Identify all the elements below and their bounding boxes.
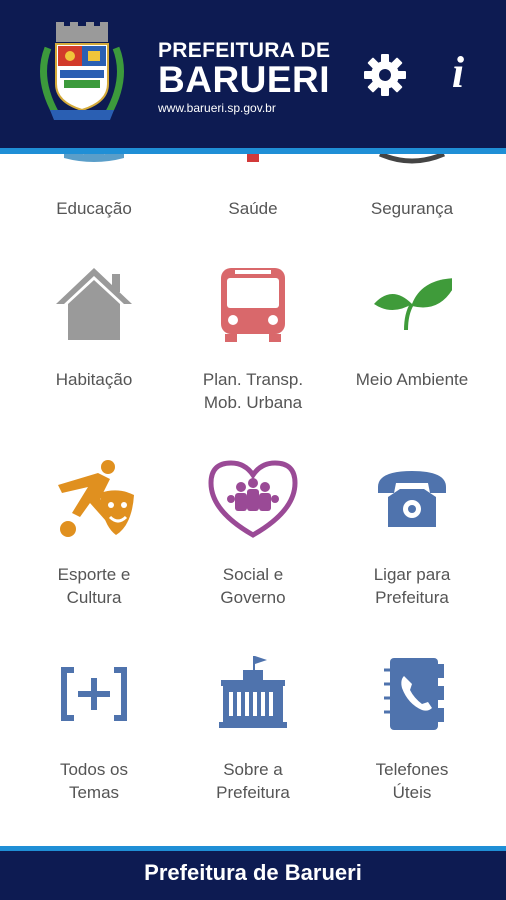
tile-habitacao[interactable]: Habitação (10, 264, 178, 414)
tile-telefones-uteis[interactable]: Telefones Úteis (328, 654, 496, 804)
tile-saude[interactable]: Saúde (169, 154, 337, 224)
tile-plan-transp[interactable]: Plan. Transp. Mob. Urbana (169, 264, 337, 414)
tile-label: Sobre a Prefeitura (216, 760, 290, 802)
brand-url: www.barueri.sp.gov.br (158, 101, 276, 115)
people-heart-icon (208, 460, 298, 538)
tile-seguranca[interactable]: Segurança (328, 154, 496, 224)
tile-label: Telefones Úteis (375, 760, 449, 802)
tile-label: Todos os Temas (59, 760, 129, 802)
tile-meio-ambiente[interactable]: Meio Ambiente (328, 264, 496, 414)
tile-sobre-prefeitura[interactable]: Sobre a Prefeitura (169, 654, 337, 804)
tile-label: Segurança (370, 199, 454, 218)
sport-culture-icon (58, 460, 134, 537)
tile-label: Esporte e Cultura (57, 565, 131, 607)
info-button[interactable]: i (440, 48, 476, 98)
city-hall-icon (219, 656, 287, 728)
tile-esporte-cultura[interactable]: Esporte e Cultura (10, 459, 178, 609)
leaf-icon (374, 278, 452, 331)
education-icon (64, 154, 124, 162)
tile-label: Plan. Transp. Mob. Urbana (202, 370, 304, 412)
category-grid: Educação Saúde Segurança Habitação Plan.… (0, 154, 506, 846)
footer-accent-stripe (0, 846, 506, 851)
expand-all-icon (61, 667, 127, 721)
tile-label: Meio Ambiente (355, 370, 469, 389)
gear-icon[interactable] (362, 52, 408, 98)
brand-block: PREFEITURA DE BARUERI www.barueri.sp.gov… (158, 40, 330, 116)
tile-ligar-prefeitura[interactable]: Ligar para Prefeitura (328, 459, 496, 609)
tile-label: Saúde (228, 199, 278, 218)
bus-icon (221, 268, 285, 342)
tile-label: Educação (56, 199, 132, 218)
tile-social-governo[interactable]: Social e Governo (169, 459, 337, 609)
tile-label: Ligar para Prefeitura (373, 565, 451, 607)
brand-title-line2: BARUERI (158, 59, 331, 100)
security-shield-icon (378, 154, 446, 164)
tile-label: Social e Governo (220, 565, 286, 607)
house-icon (56, 268, 132, 340)
tile-todos-temas[interactable]: Todos os Temas (10, 654, 178, 804)
footer-title: Prefeitura de Barueri (144, 860, 362, 885)
app-header: PREFEITURA DE BARUERI www.barueri.sp.gov… (0, 0, 506, 150)
health-icon (247, 154, 259, 162)
barueri-coat-of-arms-icon (40, 22, 124, 120)
tile-label: Habitação (55, 370, 133, 389)
app-footer: Prefeitura de Barueri (0, 846, 506, 900)
phone-book-icon (384, 658, 444, 730)
tile-educacao[interactable]: Educação (10, 154, 178, 224)
telephone-icon (378, 471, 446, 527)
